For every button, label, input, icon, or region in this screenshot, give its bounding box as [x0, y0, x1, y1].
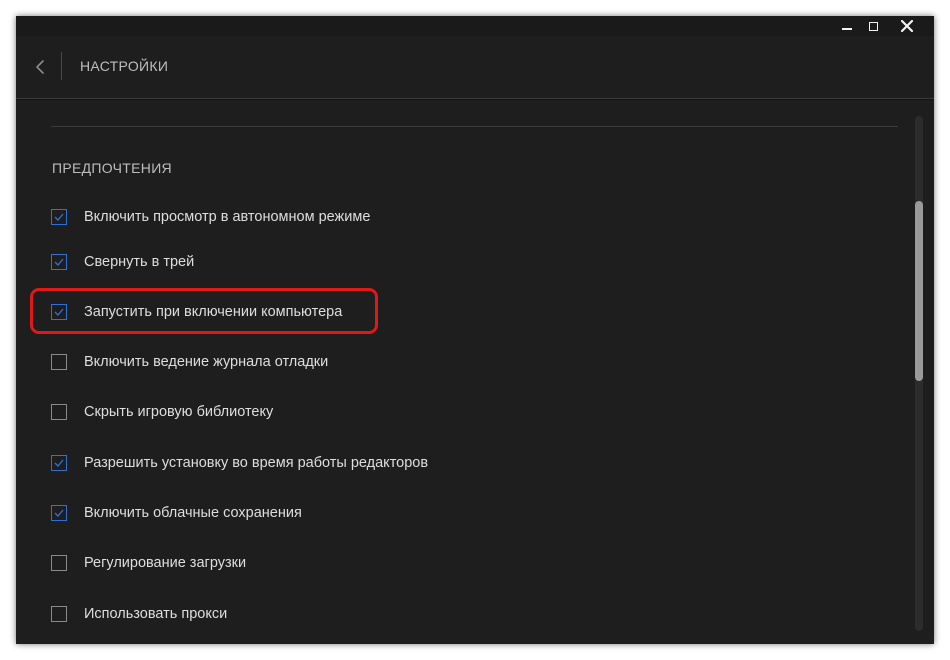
- checkbox[interactable]: [51, 455, 67, 471]
- option-launch-on-startup[interactable]: Запустить при включении компьютера: [51, 301, 342, 323]
- section-title: ПРЕДПОЧТЕНИЯ: [52, 160, 172, 176]
- option-label: Запустить при включении компьютера: [84, 304, 343, 320]
- option-label: Разрешить установку во время работы реда…: [84, 455, 429, 471]
- chevron-left-icon: [36, 60, 44, 74]
- option-label: Скрыть игровую библиотеку: [84, 404, 274, 420]
- close-button[interactable]: [892, 16, 922, 36]
- settings-content: ПРЕДПОЧТЕНИЯ Включить просмотр в автоном…: [16, 99, 934, 644]
- checkbox[interactable]: [51, 505, 67, 521]
- option-label: Включить облачные сохранения: [84, 505, 302, 521]
- checkbox[interactable]: [51, 254, 67, 270]
- checkbox[interactable]: [51, 354, 67, 370]
- option-label: Свернуть в трей: [84, 254, 195, 270]
- checkbox[interactable]: [51, 304, 67, 320]
- option-offline-mode[interactable]: Включить просмотр в автономном режиме: [51, 206, 370, 228]
- option-cloud-saves[interactable]: Включить облачные сохранения: [51, 502, 302, 524]
- maximize-button[interactable]: [858, 16, 888, 36]
- settings-header: НАСТРОЙКИ: [16, 36, 934, 99]
- option-download-throttling[interactable]: Регулирование загрузки: [51, 552, 246, 574]
- option-hide-library[interactable]: Скрыть игровую библиотеку: [51, 401, 273, 423]
- option-label: Включить просмотр в автономном режиме: [84, 209, 371, 225]
- page-title: НАСТРОЙКИ: [80, 58, 169, 74]
- option-use-proxy[interactable]: Использовать прокси: [51, 603, 227, 625]
- scrollbar-track[interactable]: [915, 116, 923, 631]
- scrollbar-thumb[interactable]: [915, 201, 923, 381]
- back-button[interactable]: [28, 54, 52, 80]
- option-label: Использовать прокси: [84, 606, 228, 622]
- settings-window: НАСТРОЙКИ ПРЕДПОЧТЕНИЯ Включить просмотр…: [16, 16, 934, 644]
- checkbox[interactable]: [51, 404, 67, 420]
- maximize-icon: [868, 21, 878, 31]
- section-divider: [51, 126, 898, 127]
- option-install-while-editors[interactable]: Разрешить установку во время работы реда…: [51, 452, 428, 474]
- checkbox[interactable]: [51, 209, 67, 225]
- option-label: Регулирование загрузки: [84, 555, 247, 571]
- checkmark-icon: [54, 213, 64, 221]
- option-debug-logging[interactable]: Включить ведение журнала отладки: [51, 351, 328, 373]
- checkmark-icon: [54, 258, 64, 266]
- close-icon: [901, 20, 913, 32]
- option-label: Включить ведение журнала отладки: [84, 354, 329, 370]
- header-divider: [61, 52, 62, 80]
- checkbox[interactable]: [51, 606, 67, 622]
- option-minimize-to-tray[interactable]: Свернуть в трей: [51, 251, 194, 273]
- minimize-icon: [842, 28, 852, 30]
- checkmark-icon: [54, 509, 64, 517]
- title-bar: [16, 16, 934, 36]
- checkbox[interactable]: [51, 555, 67, 571]
- checkmark-icon: [54, 459, 64, 467]
- checkmark-icon: [54, 308, 64, 316]
